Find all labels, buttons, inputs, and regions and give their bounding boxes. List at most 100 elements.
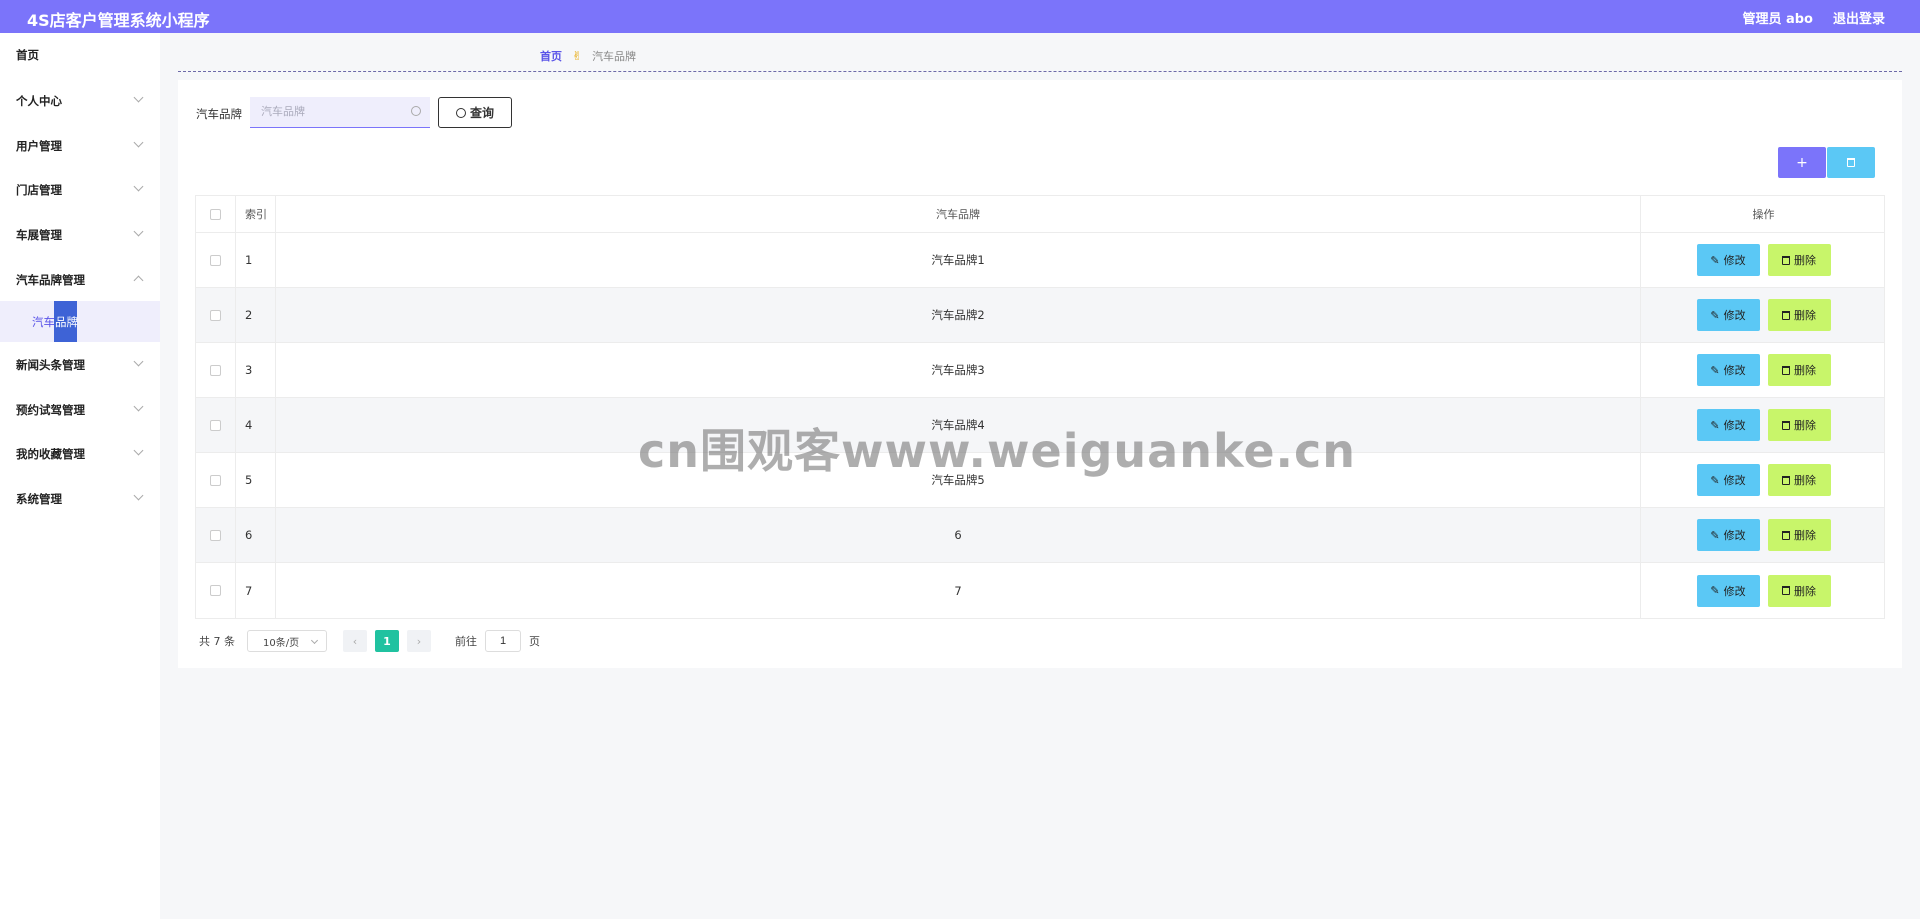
sidebar-subitem-car-brand[interactable]: 汽车品牌 xyxy=(0,301,160,342)
breadcrumb-current: 汽车品牌 xyxy=(592,50,637,63)
delete-button[interactable]: 删除 xyxy=(1767,354,1831,386)
row-brand: 汽车品牌2 xyxy=(276,288,1641,342)
select-all-checkbox[interactable] xyxy=(210,208,221,220)
search-icon xyxy=(455,107,466,118)
edit-button[interactable]: ✎ 修改 xyxy=(1696,464,1760,496)
batch-delete-button[interactable] xyxy=(1827,147,1875,178)
row-checkbox[interactable] xyxy=(210,585,221,596)
page-number-button[interactable]: 1 xyxy=(375,630,399,652)
sidebar-item-label: 个人中心 xyxy=(16,94,62,108)
sidebar-item-label: 系统管理 xyxy=(16,492,62,506)
sidebar-item-label: 汽车品牌管理 xyxy=(16,273,85,287)
plus-icon: + xyxy=(1796,154,1808,171)
chevron-down-icon xyxy=(133,137,144,148)
chevron-down-icon xyxy=(133,445,144,456)
row-checkbox[interactable] xyxy=(210,364,221,376)
query-button[interactable]: 查询 xyxy=(438,97,512,128)
trash-icon xyxy=(1782,530,1790,540)
breadcrumb: 首页 ✌ 汽车品牌 xyxy=(540,48,636,64)
sidebar-item-car-brand-management[interactable]: 汽车品牌管理 xyxy=(0,260,160,300)
search-input[interactable] xyxy=(250,97,400,126)
delete-button[interactable]: 删除 xyxy=(1767,519,1831,551)
chevron-down-icon xyxy=(310,636,319,645)
top-bar: 4S店客户管理系统小程序 管理员 abo 退出登录 xyxy=(0,0,1920,33)
table-row: 2 汽车品牌2 ✎ 修改 删除 xyxy=(196,288,1884,343)
pencil-icon: ✎ xyxy=(1710,308,1720,322)
sidebar-item-system-management[interactable]: 系统管理 xyxy=(0,479,160,519)
chevron-down-icon xyxy=(133,490,144,501)
row-checkbox[interactable] xyxy=(210,419,221,431)
edit-button[interactable]: ✎ 修改 xyxy=(1696,354,1760,386)
search-box xyxy=(250,97,430,128)
row-index: 7 xyxy=(236,563,276,618)
trash-icon xyxy=(1782,586,1790,595)
chevron-down-icon xyxy=(133,92,144,103)
row-index: 4 xyxy=(236,398,276,452)
sidebar: 首页 个人中心 用户管理 门店管理 车展管理 汽车品牌管理 汽车品牌 新闻头条管… xyxy=(0,33,160,919)
row-brand: 汽车品牌4 xyxy=(276,398,1641,452)
delete-button[interactable]: 删除 xyxy=(1767,464,1831,496)
row-brand: 汽车品牌1 xyxy=(276,233,1641,287)
sidebar-item-auto-show-management[interactable]: 车展管理 xyxy=(0,215,160,255)
sidebar-item-user-management[interactable]: 用户管理 xyxy=(0,126,160,166)
page-size-select[interactable]: 10条/页 xyxy=(247,630,327,652)
breadcrumb-divider xyxy=(178,71,1902,72)
next-page-button[interactable]: › xyxy=(407,630,431,652)
pagination: 共 7 条 10条/页 ‹ 1 › 前往 页 xyxy=(199,630,540,652)
sidebar-subitem-label: 汽车品牌 xyxy=(32,315,78,329)
goto-label: 前往 xyxy=(455,635,477,648)
row-index: 5 xyxy=(236,453,276,507)
edit-button[interactable]: ✎ 修改 xyxy=(1696,244,1760,276)
delete-button[interactable]: 删除 xyxy=(1767,299,1831,331)
search-label: 汽车品牌 xyxy=(196,107,242,121)
row-checkbox[interactable] xyxy=(210,474,221,486)
sidebar-item-store-management[interactable]: 门店管理 xyxy=(0,170,160,210)
sidebar-item-label: 预约试驾管理 xyxy=(16,403,85,417)
table-row: 3 汽车品牌3 ✎ 修改 删除 xyxy=(196,343,1884,398)
delete-button[interactable]: 删除 xyxy=(1767,244,1831,276)
sidebar-item-personal-center[interactable]: 个人中心 xyxy=(0,81,160,121)
chevron-down-icon xyxy=(133,226,144,237)
row-checkbox[interactable] xyxy=(210,254,221,266)
header-ops: 操作 xyxy=(1752,208,1775,221)
trash-icon xyxy=(1782,310,1790,320)
edit-button[interactable]: ✎ 修改 xyxy=(1696,574,1760,607)
edit-button[interactable]: ✎ 修改 xyxy=(1696,409,1760,441)
row-checkbox[interactable] xyxy=(210,309,221,321)
table-row: 6 6 ✎ 修改 删除 xyxy=(196,508,1884,563)
sidebar-item-label: 门店管理 xyxy=(16,183,62,197)
trash-icon xyxy=(1847,158,1855,167)
edit-button[interactable]: ✎ 修改 xyxy=(1696,299,1760,331)
row-index: 1 xyxy=(236,233,276,287)
table-row: 4 汽车品牌4 ✎ 修改 删除 xyxy=(196,398,1884,453)
pagination-total: 共 7 条 xyxy=(199,635,235,648)
add-button[interactable]: + xyxy=(1778,147,1826,178)
edit-button[interactable]: ✎ 修改 xyxy=(1696,519,1760,551)
sidebar-item-home[interactable]: 首页 xyxy=(0,35,160,75)
admin-user-label[interactable]: 管理员 abo xyxy=(1742,8,1813,27)
sidebar-item-favorites-management[interactable]: 我的收藏管理 xyxy=(0,434,160,474)
pencil-icon: ✎ xyxy=(1710,473,1720,487)
table-row: 1 汽车品牌1 ✎ 修改 删除 xyxy=(196,233,1884,288)
sidebar-item-label: 用户管理 xyxy=(16,139,62,153)
goto-page-input[interactable] xyxy=(485,630,521,652)
row-brand: 7 xyxy=(276,563,1641,618)
table-row: 5 汽车品牌5 ✎ 修改 删除 xyxy=(196,453,1884,508)
pencil-icon: ✎ xyxy=(1710,528,1720,542)
chevron-down-icon xyxy=(133,181,144,192)
delete-button[interactable]: 删除 xyxy=(1767,409,1831,441)
pencil-icon: ✎ xyxy=(1710,418,1720,432)
row-checkbox[interactable] xyxy=(210,529,221,541)
sidebar-item-test-drive-management[interactable]: 预约试驾管理 xyxy=(0,390,160,430)
sidebar-item-label: 新闻头条管理 xyxy=(16,358,85,372)
table-header-row: 索引 汽车品牌 操作 xyxy=(196,196,1884,233)
logout-button[interactable]: 退出登录 xyxy=(1833,8,1885,27)
delete-button[interactable]: 删除 xyxy=(1767,574,1831,607)
app-title: 4S店客户管理系统小程序 xyxy=(27,11,210,30)
trash-icon xyxy=(1782,255,1790,265)
sidebar-item-news-management[interactable]: 新闻头条管理 xyxy=(0,345,160,385)
search-icon xyxy=(411,106,421,116)
breadcrumb-home[interactable]: 首页 xyxy=(540,48,562,64)
prev-page-button[interactable]: ‹ xyxy=(343,630,367,652)
chevron-down-icon xyxy=(133,356,144,367)
